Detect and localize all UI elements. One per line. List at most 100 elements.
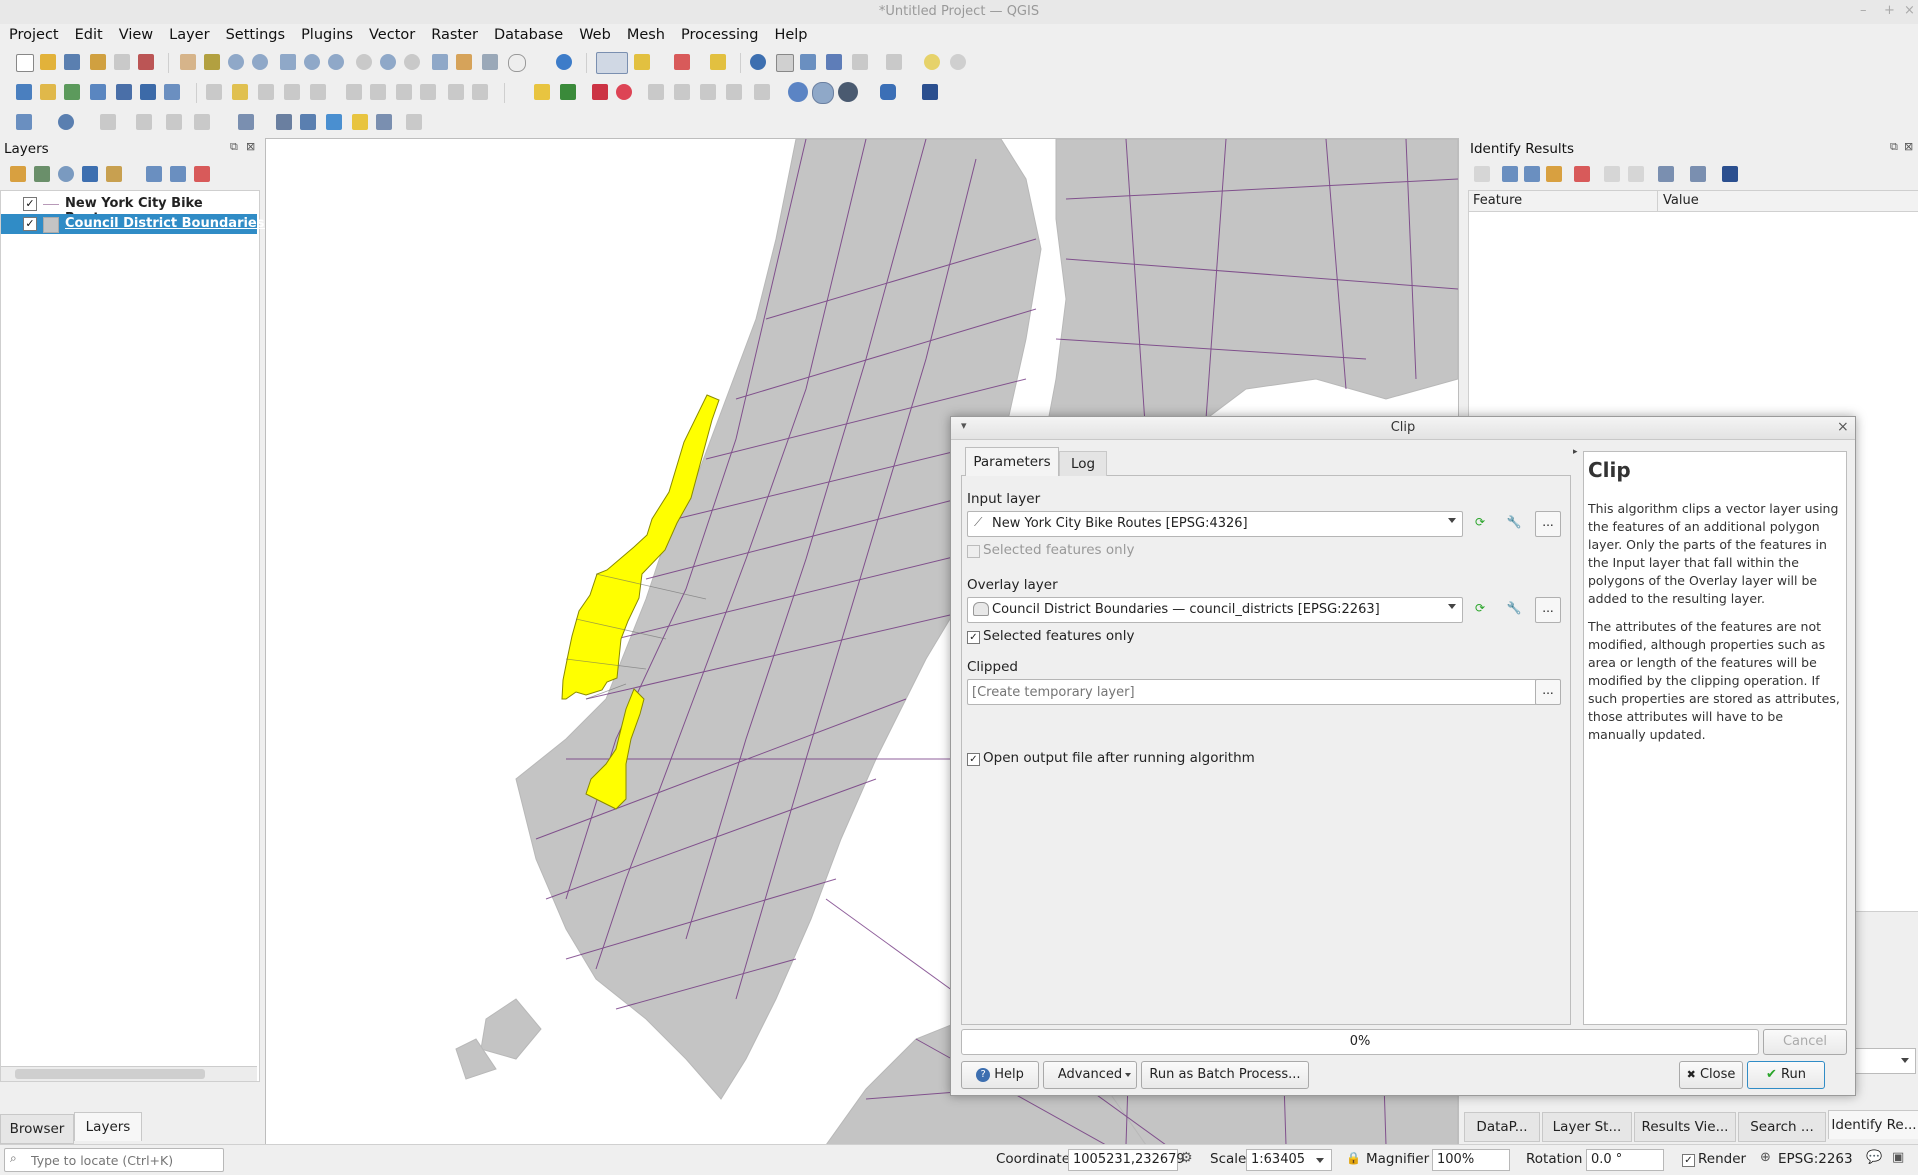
snap-star-icon[interactable] [352, 114, 368, 130]
expand-new-icon[interactable] [1546, 166, 1562, 182]
advanced-options-wrench-icon[interactable]: 🔧 [1501, 511, 1527, 537]
locator-input[interactable] [29, 1151, 221, 1169]
menu-edit[interactable]: Edit [66, 24, 110, 43]
magnifier-field[interactable]: 100% [1432, 1149, 1510, 1171]
column-value[interactable]: Value [1663, 193, 1699, 208]
menu-database[interactable]: Database [485, 24, 570, 43]
clipped-output-field[interactable] [967, 679, 1537, 705]
pin-labels-icon[interactable] [592, 84, 608, 100]
statistics-sum-icon[interactable] [826, 54, 842, 70]
run-button[interactable]: ✔ Run [1747, 1061, 1825, 1089]
zoom-layer-icon[interactable] [328, 54, 344, 70]
menu-layer[interactable]: Layer [160, 24, 216, 43]
pan-map-icon[interactable] [180, 54, 196, 70]
new-geopackage-layer-icon[interactable] [40, 84, 56, 100]
zoom-native-icon[interactable] [356, 54, 372, 70]
collapse-all-icon[interactable] [170, 166, 186, 182]
tab-results-viewer[interactable]: Results Vie... [1634, 1112, 1736, 1142]
menu-settings[interactable]: Settings [217, 24, 292, 43]
open-project-icon[interactable] [40, 54, 56, 70]
tab-identify-results[interactable]: Identify Re... [1828, 1110, 1918, 1139]
help-icon[interactable] [1722, 166, 1738, 182]
toggle-editing-icon[interactable] [232, 84, 248, 100]
vertex-tool-icon[interactable] [310, 84, 326, 100]
layout-manager-icon[interactable] [114, 54, 130, 70]
menu-project[interactable]: Project [0, 24, 66, 43]
close-button[interactable]: ✖ Close [1679, 1061, 1743, 1089]
open-table-icon[interactable] [852, 54, 868, 70]
iterate-over-features-icon[interactable]: ⟳ [1467, 597, 1493, 623]
digitize-trace-icon[interactable] [16, 114, 32, 130]
select-features-icon[interactable] [596, 52, 628, 74]
add-delimited-text-icon[interactable] [90, 84, 106, 100]
deselect-features-icon[interactable] [674, 54, 690, 70]
input-selected-only-checkbox[interactable] [967, 545, 980, 558]
select-all-icon[interactable] [710, 54, 726, 70]
zoom-out-icon[interactable] [252, 54, 268, 70]
layer-item-council-districts[interactable]: ✓ Council District Boundaries — [1, 214, 282, 234]
column-feature[interactable]: Feature [1473, 193, 1522, 208]
filter-expression-icon[interactable] [106, 166, 122, 182]
snap-segment-icon[interactable] [300, 114, 316, 130]
shape-digitize-icon[interactable] [238, 114, 254, 130]
float-panel-icon[interactable]: ⧉ [230, 140, 238, 154]
input-layer-select[interactable]: ⟋ New York City Bike Routes [EPSG:4326] [967, 511, 1463, 537]
add-raster-icon[interactable] [140, 84, 156, 100]
help-contents-icon[interactable] [922, 84, 938, 100]
georeferencer-icon[interactable] [58, 114, 74, 130]
open-output-checkbox[interactable]: ✓ [967, 753, 980, 766]
style-manager-icon[interactable] [138, 54, 154, 70]
crs-status[interactable]: EPSG:2263 [1778, 1151, 1853, 1167]
layer-visibility-checkbox[interactable]: ✓ [23, 197, 37, 211]
delete-selected-icon[interactable] [346, 84, 362, 100]
text-annotation-icon[interactable] [406, 114, 422, 130]
toggle-extents-icon[interactable]: ⚙ [1180, 1150, 1193, 1166]
scrollbar-handle[interactable] [15, 1069, 205, 1079]
tab-parameters[interactable]: Parameters [965, 447, 1059, 476]
menu-vector[interactable]: Vector [360, 24, 422, 43]
show-bookmarks-icon[interactable] [482, 54, 498, 70]
cancel-button[interactable]: Cancel [1763, 1029, 1847, 1055]
edit-pencil-icon[interactable] [206, 84, 222, 100]
expand-tree-icon[interactable] [1474, 166, 1490, 182]
layers-tree[interactable]: ✓ New York City Bike Routes ✓ Council Di… [0, 190, 282, 1082]
menu-view[interactable]: View [110, 24, 160, 43]
manage-visibility-icon[interactable] [58, 166, 74, 182]
close-panel-icon[interactable]: ⊠ [1904, 140, 1913, 153]
run-batch-button[interactable]: Run as Batch Process... [1141, 1061, 1309, 1089]
remove-layer-icon[interactable] [194, 166, 210, 182]
advanced-options-wrench-icon[interactable]: 🔧 [1501, 597, 1527, 623]
data-source-manager-icon[interactable] [16, 84, 32, 100]
open-layer-styling-icon[interactable] [10, 166, 26, 182]
close-panel-icon[interactable]: ⊠ [246, 140, 255, 153]
zoom-full-icon[interactable] [280, 54, 296, 70]
measure-icon[interactable] [886, 54, 902, 70]
menu-processing[interactable]: Processing [672, 24, 765, 43]
refresh-icon[interactable] [556, 54, 572, 70]
menu-mesh[interactable]: Mesh [618, 24, 672, 43]
maximize-icon[interactable]: + [1884, 3, 1895, 18]
add-wms-icon[interactable] [164, 84, 180, 100]
zoom-next-icon[interactable] [404, 54, 420, 70]
advanced-digitize-icon[interactable] [100, 114, 116, 130]
dialog-close-icon[interactable]: × [1837, 419, 1849, 435]
copy-features-icon[interactable] [396, 84, 412, 100]
new-map-view-icon[interactable] [432, 54, 448, 70]
view-mode-select[interactable] [1854, 1048, 1916, 1074]
close-window-icon[interactable]: × [1904, 3, 1915, 18]
advanced-button[interactable]: Advanced [1043, 1061, 1137, 1089]
coordinate-field[interactable]: 1005231,232679 [1068, 1149, 1185, 1171]
overview-icon[interactable] [788, 82, 808, 102]
menu-web[interactable]: Web [570, 24, 618, 43]
simplify-feature-icon[interactable] [194, 114, 210, 130]
crs-globe-icon[interactable]: ⊕ [1760, 1150, 1771, 1165]
change-label-icon[interactable] [700, 84, 716, 100]
tab-data-provider[interactable]: DataP... [1464, 1112, 1540, 1142]
expand-all-icon[interactable] [146, 166, 162, 182]
minimize-icon[interactable]: – [1860, 3, 1867, 18]
zoom-selection-icon[interactable] [304, 54, 320, 70]
snap-tolerance-icon[interactable] [376, 114, 392, 130]
print-response-icon[interactable] [1628, 166, 1644, 182]
tab-log[interactable]: Log [1059, 451, 1107, 476]
messages-icon[interactable]: 💬 [1866, 1150, 1882, 1165]
